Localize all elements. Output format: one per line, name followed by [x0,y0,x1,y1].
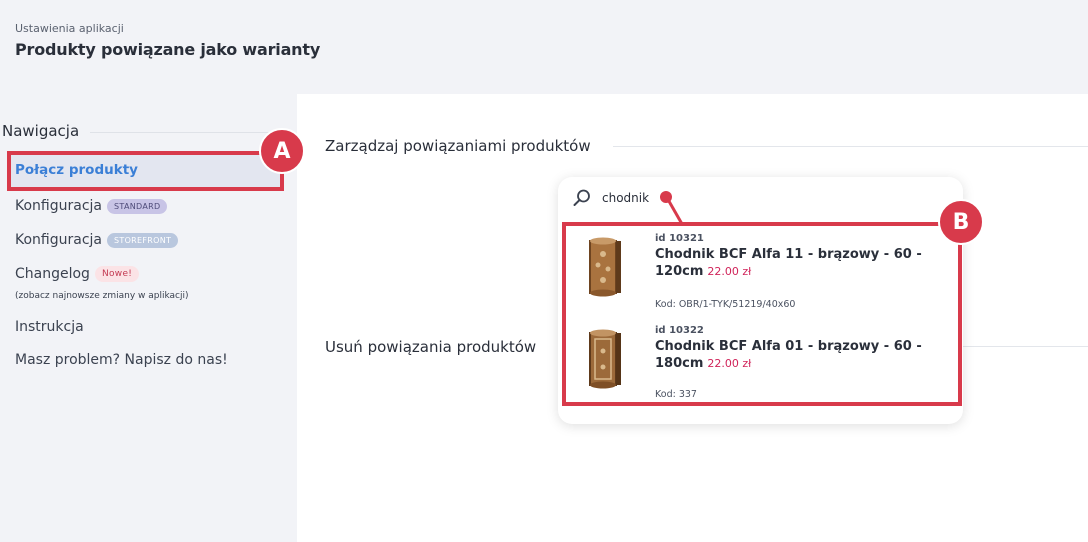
product-price: 22.00 zł [707,357,752,370]
product-price: 22.00 zł [707,265,752,278]
page-header: Ustawienia aplikacji Produkty powiązane … [0,0,1088,94]
sidebar-item-changelog[interactable]: Changelog Nowe! [15,266,140,282]
nav-title: Nawigacja [2,122,80,140]
search-row [558,177,963,219]
page-title: Produkty powiązane jako warianty [15,40,321,59]
sidebar-item-config-storefront[interactable]: Konfiguracja STOREFRONT [15,232,179,248]
sidebar-item-label: Połącz produkty [15,162,138,178]
annotation-pointer-dot [660,191,672,203]
product-name: Chodnik BCF Alfa 01 - brązowy - 60 - 180… [655,338,925,372]
section-divider [613,146,1088,147]
annotation-marker-b: B [938,199,984,245]
changelog-subtitle: (zobacz najnowsze zmiany w aplikacji) [15,291,189,301]
product-code: Kod: 337 [655,389,697,400]
sidebar-item-config-standard[interactable]: Konfiguracja STANDARD [15,198,168,214]
product-search-dropdown: id 10321 Chodnik BCF Alfa 11 - brązowy -… [558,177,963,424]
sidebar-item-label: Konfiguracja [15,198,103,214]
sidebar: Nawigacja Połącz produkty Konfiguracja S… [0,94,297,542]
sidebar-item-instructions[interactable]: Instrukcja [15,319,84,335]
sidebar-item-contact[interactable]: Masz problem? Napisz do nas! [15,352,228,368]
sidebar-item-connect-products[interactable]: Połącz produkty [9,153,281,187]
section-title-remove: Usuń powiązania produktów [325,338,537,356]
nav-divider [90,132,280,133]
product-thumbnail [584,237,624,297]
search-result-item[interactable]: id 10321 Chodnik BCF Alfa 11 - brązowy -… [566,233,955,315]
product-name-text: Chodnik BCF Alfa 11 - brązowy - 60 - 120… [655,247,922,279]
product-id: id 10322 [655,325,704,336]
product-thumbnail [584,329,624,389]
new-badge: Nowe! [94,266,140,282]
search-icon [572,188,592,208]
sidebar-item-label: Masz problem? Napisz do nas! [15,352,228,368]
sidebar-item-label: Changelog [15,266,90,282]
search-input[interactable] [602,188,852,208]
annotation-marker-a: A [259,128,305,174]
sidebar-item-label: Konfiguracja [15,232,103,248]
product-id: id 10321 [655,233,704,244]
product-code: Kod: OBR/1-TYK/51219/40x60 [655,299,796,310]
breadcrumb[interactable]: Ustawienia aplikacji [15,22,124,35]
product-name: Chodnik BCF Alfa 11 - brązowy - 60 - 120… [655,246,925,280]
storefront-badge: STOREFRONT [107,232,179,248]
search-result-item[interactable]: id 10322 Chodnik BCF Alfa 01 - brązowy -… [566,325,955,407]
sidebar-item-label: Instrukcja [15,319,84,335]
standard-badge: STANDARD [107,198,168,214]
product-name-text: Chodnik BCF Alfa 01 - brązowy - 60 - 180… [655,339,922,371]
section-title-manage: Zarządzaj powiązaniami produktów [325,137,591,155]
